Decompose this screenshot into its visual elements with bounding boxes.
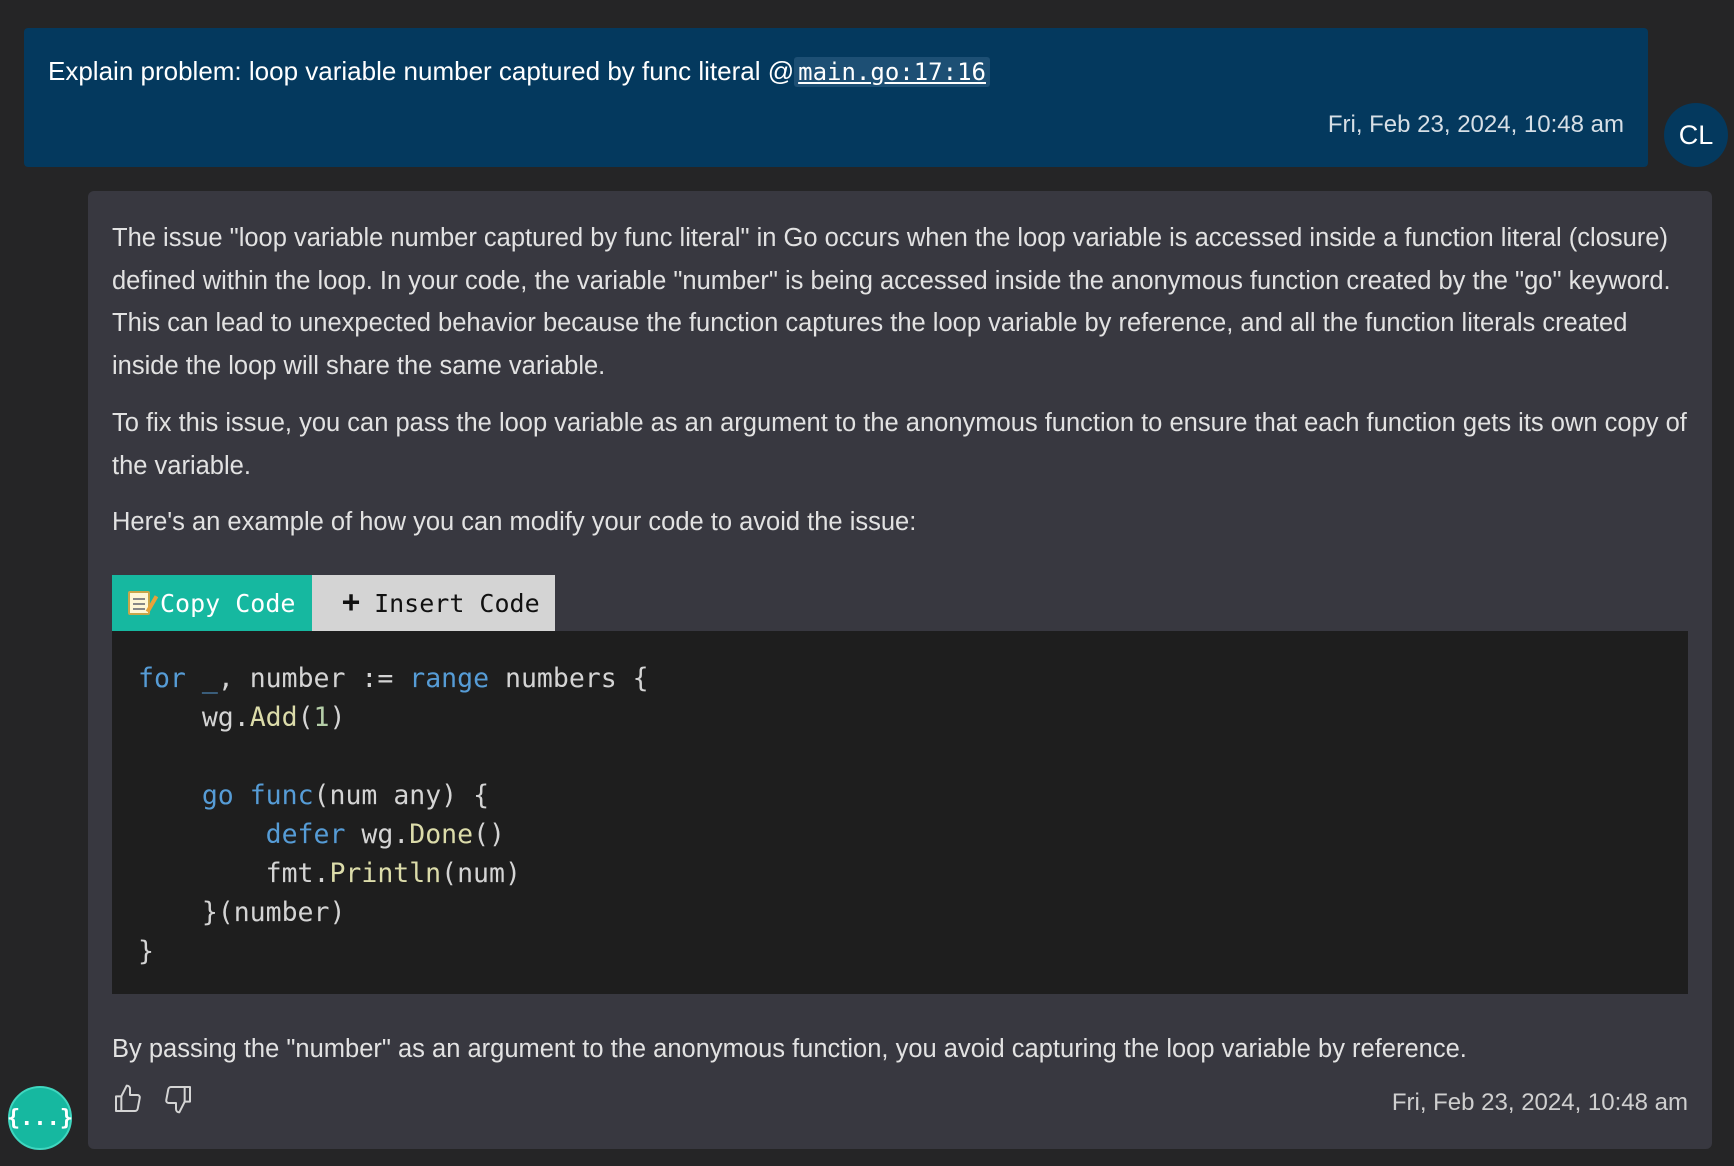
copy-code-label: Copy Code (160, 588, 296, 618)
code-line: for _, number := range numbers { (138, 663, 649, 694)
assistant-paragraph: The issue "loop variable number captured… (112, 224, 1671, 380)
user-message: Explain problem: loop variable number ca… (24, 28, 1648, 167)
code-line: go func(num any) { (201, 780, 490, 811)
memo-icon (128, 591, 150, 615)
code-line: defer wg.Done() (265, 819, 505, 850)
user-message-prefix: Explain problem: loop variable number ca… (48, 56, 795, 86)
plus-icon: + (342, 585, 361, 620)
assistant-paragraph: By passing the "number" as an argument t… (112, 1035, 1467, 1063)
assistant-message-timestamp: Fri, Feb 23, 2024, 10:48 am (1391, 1089, 1688, 1116)
thumbs-down-icon[interactable] (162, 1083, 194, 1115)
file-reference-link[interactable]: main.go:17:16 (794, 57, 990, 87)
insert-code-label: Insert Code (374, 588, 540, 618)
code-toolbar: Copy Code + Insert Code (112, 575, 555, 631)
code-line: wg.Add(1) (138, 702, 346, 733)
assistant-avatar: {...} (7, 1086, 73, 1150)
insert-code-button[interactable]: + Insert Code (312, 575, 555, 631)
user-message-timestamp: Fri, Feb 23, 2024, 10:48 am (1327, 111, 1624, 138)
assistant-paragraph: Here's an example of how you can modify … (112, 508, 917, 536)
thumbs-up-icon[interactable] (112, 1083, 144, 1115)
code-line: } (138, 936, 154, 967)
code-block: for _, number := range numbers { wg.Add(… (112, 631, 1688, 994)
copy-code-button[interactable]: Copy Code (112, 575, 312, 631)
feedback-buttons (112, 1083, 194, 1115)
code-line: fmt.Println(num) (138, 858, 521, 889)
assistant-paragraph: To fix this issue, you can pass the loop… (112, 409, 1687, 480)
user-message-text: Explain problem: loop variable number ca… (48, 56, 990, 87)
assistant-message: The issue "loop variable number captured… (88, 191, 1712, 1149)
user-avatar: CL (1664, 103, 1728, 167)
code-line: }(number) (138, 897, 346, 928)
